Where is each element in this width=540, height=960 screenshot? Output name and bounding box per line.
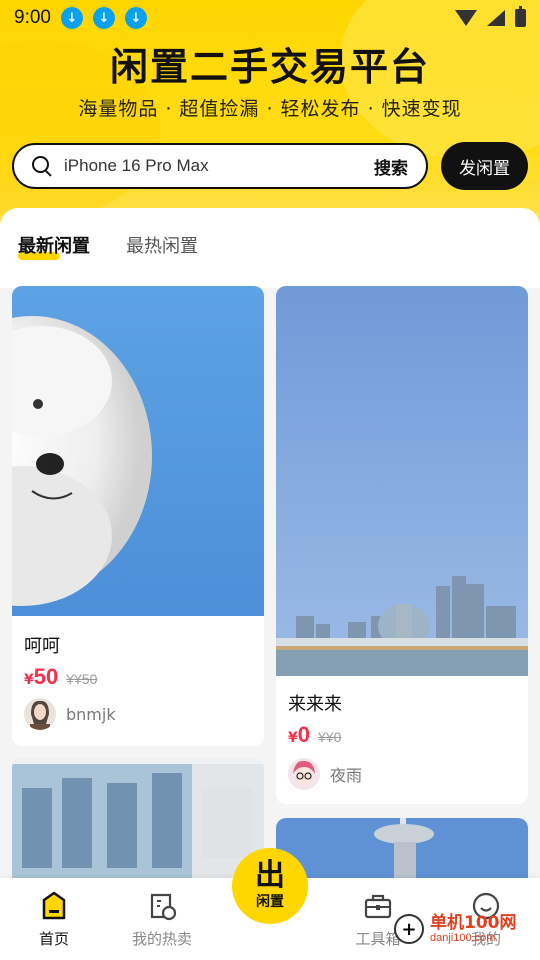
watermark-url: danji100.com — [430, 932, 496, 944]
tab-hottest[interactable]: 最热闲置 — [126, 232, 198, 260]
price-symbol: ¥ — [24, 672, 34, 688]
listing-panel: 最新闲置 最热闲置 呵呵 ¥50 ¥¥50 bnmjk 来来来 ¥0 ¥¥0 夜… — [0, 208, 540, 908]
price-value: 50 — [33, 664, 59, 689]
hot-sale-icon — [150, 893, 177, 921]
battery-icon — [515, 6, 526, 27]
tab-label: 最新闲置 — [18, 236, 90, 257]
avatar — [24, 698, 56, 730]
nav-label: 我的热卖 — [131, 930, 192, 948]
listing-photo — [12, 286, 264, 616]
original-price: ¥¥0 — [318, 729, 342, 745]
plus-icon: + — [394, 914, 424, 944]
nav-label: 首页 — [38, 930, 69, 948]
price-row: ¥50 ¥¥50 — [24, 664, 97, 690]
search-icon — [32, 156, 52, 176]
item-title: 来来来 — [288, 694, 342, 715]
avatar — [288, 758, 320, 790]
original-price: ¥¥50 — [66, 671, 98, 687]
download-icon: ↓ — [92, 7, 115, 29]
publish-fab[interactable]: 出 闲置 — [232, 848, 308, 924]
search-button[interactable]: 搜索 — [374, 154, 408, 179]
signal-icon — [487, 10, 505, 26]
nav-home[interactable]: 首页 — [0, 890, 108, 949]
price-value: 0 — [297, 722, 310, 747]
download-icon: ↓ — [124, 7, 147, 29]
listing-card[interactable]: 来来来 ¥0 ¥¥0 夜雨 — [276, 286, 528, 804]
status-time: 9:00 — [14, 7, 51, 28]
tab-bar: 最新闲置 最热闲置 — [18, 232, 198, 260]
home-icon — [42, 891, 66, 920]
search-bar[interactable]: 搜索 — [12, 143, 428, 189]
seller-info: 夜雨 — [288, 758, 362, 790]
fab-sub-text: 闲置 — [256, 894, 284, 910]
seller-info: bnmjk — [24, 698, 116, 730]
price-row: ¥0 ¥¥0 — [288, 722, 341, 748]
search-input[interactable] — [64, 156, 374, 176]
fab-main-text: 出 — [255, 858, 285, 893]
tab-latest[interactable]: 最新闲置 — [18, 232, 90, 260]
listing-card[interactable]: 呵呵 ¥50 ¥¥50 bnmjk — [12, 286, 264, 746]
download-icon: ↓ — [60, 7, 83, 29]
listing-photo — [276, 286, 528, 676]
app-subtitle: 海量物品 · 超值捡漏 · 轻松发布 · 快速变现 — [78, 98, 462, 120]
toolbox-icon — [364, 894, 392, 919]
item-title: 呵呵 — [24, 636, 60, 657]
publish-button[interactable]: 发闲置 — [441, 142, 528, 190]
watermark-title: 单机100网 — [430, 913, 517, 933]
wifi-icon — [455, 10, 477, 26]
watermark: + 单机100网 danji100.com — [394, 914, 517, 944]
seller-name: 夜雨 — [330, 766, 363, 785]
tab-label: 最热闲置 — [126, 236, 198, 257]
price-symbol: ¥ — [288, 730, 298, 746]
nav-hot-sale[interactable]: 我的热卖 — [108, 890, 216, 949]
seller-name: bnmjk — [66, 704, 116, 724]
app-title: 闲置二手交易平台 — [109, 47, 430, 89]
status-bar: 9:00 ↓ ↓ ↓ — [0, 0, 540, 36]
